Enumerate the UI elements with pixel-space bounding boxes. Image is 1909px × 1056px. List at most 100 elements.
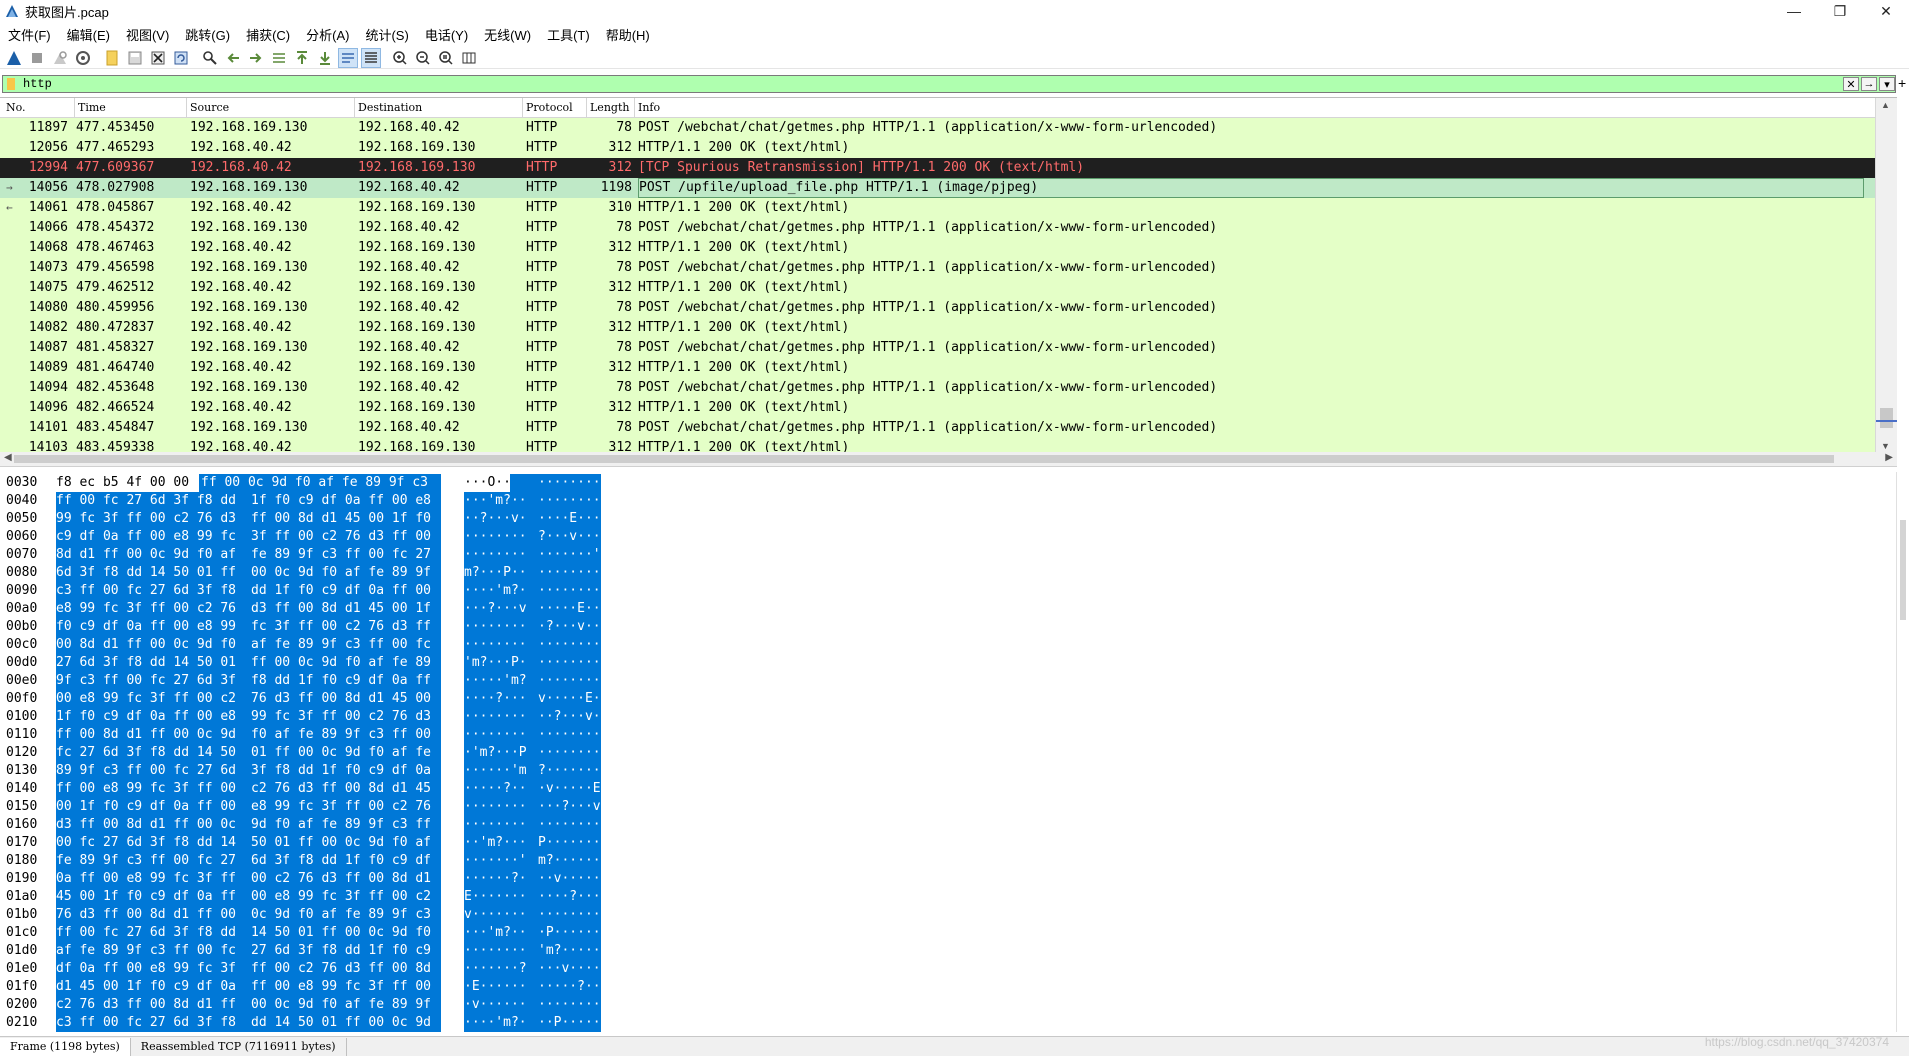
hex-line[interactable]: 0180 fe 89 9f c3 ff 00 fc 27 6d 3f f8 dd 1… (0, 852, 620, 870)
display-filter-input[interactable] (23, 76, 1841, 92)
close-button[interactable]: ✕ (1863, 0, 1909, 22)
hex-line[interactable]: 0170 00 fc 27 6d 3f f8 dd 14 50 01 ff 00 0… (0, 834, 620, 852)
column-destination[interactable]: Destination (358, 101, 422, 114)
menu-statistics[interactable]: 统计(S) (357, 25, 416, 44)
go-back-icon[interactable] (223, 48, 243, 68)
column-no[interactable]: No. (6, 101, 26, 114)
go-forward-icon[interactable] (246, 48, 266, 68)
column-protocol[interactable]: Protocol (526, 101, 573, 114)
hex-line[interactable]: 0150 00 1f f0 c9 df 0a ff 00 e8 99 fc 3f f… (0, 798, 620, 816)
hex-line[interactable]: 00c0 00 8d d1 ff 00 0c 9d f0 af fe 89 9f c… (0, 636, 620, 654)
hex-line[interactable]: 00d0 27 6d 3f f8 dd 14 50 01 ff 00 0c 9d f… (0, 654, 620, 672)
scroll-thumb[interactable] (1880, 408, 1893, 428)
packet-row[interactable]: 11897 477.453450 192.168.169.130 192.168.40… (0, 118, 1876, 138)
hex-line[interactable]: 0120 fc 27 6d 3f f8 dd 14 50 01 ff 00 0c 9… (0, 744, 620, 762)
menu-help[interactable]: 帮助(H) (598, 25, 658, 44)
scroll-left-icon[interactable]: ◀ (4, 452, 12, 463)
last-packet-icon[interactable] (315, 48, 335, 68)
close-file-icon[interactable] (148, 48, 168, 68)
save-icon[interactable] (125, 48, 145, 68)
hex-line[interactable]: 0040 ff 00 fc 27 6d 3f f8 dd 1f f0 c9 df 0… (0, 492, 620, 510)
filter-dropdown-icon[interactable]: ▾ (1879, 77, 1895, 91)
packet-row[interactable]: 12994 477.609367 192.168.40.42 192.168.169.… (0, 158, 1876, 178)
hex-line[interactable]: 0130 89 9f c3 ff 00 fc 27 6d 3f f8 dd 1f f… (0, 762, 620, 780)
column-info[interactable]: Info (638, 101, 660, 114)
hex-line[interactable]: 0050 99 fc 3f ff 00 c2 76 d3 ff 00 8d d1 4… (0, 510, 620, 528)
scroll-right-icon[interactable]: ▶ (1885, 452, 1893, 463)
hex-line[interactable]: 01c0 ff 00 fc 27 6d 3f f8 dd 14 50 01 ff 0… (0, 924, 620, 942)
hex-line[interactable]: 0080 6d 3f f8 dd 14 50 01 ff 00 0c 9d f0 a… (0, 564, 620, 582)
packet-row[interactable]: 14087 481.458327 192.168.169.130 192.168.40… (0, 338, 1876, 358)
restore-button[interactable]: ❐ (1817, 0, 1863, 22)
hex-line[interactable]: 0210 c3 ff 00 fc 27 6d 3f f8 dd 14 50 01 f… (0, 1014, 620, 1032)
hex-line[interactable]: 01a0 45 00 1f f0 c9 df 0a ff 00 e8 99 fc 3… (0, 888, 620, 906)
hex-line[interactable]: 00f0 00 e8 99 fc 3f ff 00 c2 76 d3 ff 00 8… (0, 690, 620, 708)
zoom-in-icon[interactable] (390, 48, 410, 68)
minimize-button[interactable]: — (1771, 0, 1817, 22)
packet-row[interactable]: 12056 477.465293 192.168.40.42 192.168.169.… (0, 138, 1876, 158)
first-packet-icon[interactable] (292, 48, 312, 68)
packet-list-hscrollbar[interactable]: ◀ ▶ (0, 452, 1897, 467)
colorize-icon[interactable] (361, 47, 381, 68)
packet-row[interactable]: 14080 480.459956 192.168.169.130 192.168.40… (0, 298, 1876, 318)
hex-line[interactable]: 0100 1f f0 c9 df 0a ff 00 e8 99 fc 3f ff 0… (0, 708, 620, 726)
reload-icon[interactable] (171, 48, 191, 68)
bytes-scrollbar[interactable] (1896, 472, 1909, 1032)
packet-row[interactable]: 14056 478.027908 192.168.169.130 192.168.40… (0, 178, 1876, 198)
hex-line[interactable]: 01d0 af fe 89 9f c3 ff 00 fc 27 6d 3f f8 d… (0, 942, 620, 960)
hex-line[interactable]: 00e0 9f c3 ff 00 fc 27 6d 3f f8 dd 1f f0 c… (0, 672, 620, 690)
packet-row[interactable]: 14061 478.045867 192.168.40.42 192.168.169.… (0, 198, 1876, 218)
hex-line[interactable]: 00b0 f0 c9 df 0a ff 00 e8 99 fc 3f ff 00 c… (0, 618, 620, 636)
scroll-down-icon[interactable]: ▼ (1881, 441, 1890, 451)
menu-tools[interactable]: 工具(T) (539, 25, 598, 44)
restart-icon[interactable] (50, 48, 70, 68)
menu-file[interactable]: 文件(F) (0, 25, 59, 44)
hscroll-thumb[interactable] (14, 455, 1834, 463)
clear-filter-icon[interactable]: ✕ (1843, 77, 1859, 91)
packet-row[interactable]: 14101 483.454847 192.168.169.130 192.168.40… (0, 418, 1876, 438)
tab-reassembled-tcp[interactable]: Reassembled TCP (7116911 bytes) (131, 1037, 347, 1056)
hex-line[interactable]: 0110 ff 00 8d d1 ff 00 0c 9d f0 af fe 89 9… (0, 726, 620, 744)
find-icon[interactable] (200, 48, 220, 68)
hex-line[interactable]: 01e0 df 0a ff 00 e8 99 fc 3f ff 00 c2 76 d… (0, 960, 620, 978)
shark-fin-start-icon[interactable] (4, 48, 24, 68)
menu-wireless[interactable]: 无线(W) (476, 25, 539, 44)
resize-columns-icon[interactable] (459, 48, 479, 68)
hex-line[interactable]: 0190 0a ff 00 e8 99 fc 3f ff 00 c2 76 d3 f… (0, 870, 620, 888)
hex-line[interactable]: 0090 c3 ff 00 fc 27 6d 3f f8 dd 1f f0 c9 d… (0, 582, 620, 600)
hex-line[interactable]: 0070 8d d1 ff 00 0c 9d f0 af fe 89 9f c3 f… (0, 546, 620, 564)
tab-frame[interactable]: Frame (1198 bytes) (0, 1037, 131, 1056)
bookmark-icon[interactable] (7, 78, 15, 90)
packet-row[interactable]: 14075 479.462512 192.168.40.42 192.168.169.… (0, 278, 1876, 298)
column-time[interactable]: Time (78, 101, 106, 114)
go-to-packet-icon[interactable] (269, 48, 289, 68)
stop-icon[interactable] (27, 48, 47, 68)
menu-analyze[interactable]: 分析(A) (298, 25, 357, 44)
add-filter-button-icon[interactable]: + (1898, 75, 1906, 91)
menu-edit[interactable]: 编辑(E) (59, 25, 118, 44)
packet-list-scrollbar[interactable]: ▲ ▼ (1875, 98, 1897, 453)
packet-row[interactable]: 14082 480.472837 192.168.40.42 192.168.169.… (0, 318, 1876, 338)
menu-telephony[interactable]: 电话(Y) (417, 25, 476, 44)
hex-line[interactable]: 01b0 76 d3 ff 00 8d d1 ff 00 0c 9d f0 af f… (0, 906, 620, 924)
open-file-icon[interactable] (102, 48, 122, 68)
zoom-out-icon[interactable] (413, 48, 433, 68)
hex-line[interactable]: 01f0 d1 45 00 1f f0 c9 df 0a ff 00 e8 99 f… (0, 978, 620, 996)
packet-row[interactable]: 14068 478.467463 192.168.40.42 192.168.169.… (0, 238, 1876, 258)
hex-line[interactable]: 0160 d3 ff 00 8d d1 ff 00 0c 9d f0 af fe 8… (0, 816, 620, 834)
menu-view[interactable]: 视图(V) (118, 25, 177, 44)
bytes-scroll-thumb[interactable] (1900, 520, 1906, 620)
packet-row[interactable]: 14089 481.464740 192.168.40.42 192.168.169.… (0, 358, 1876, 378)
hex-line[interactable]: 0140 ff 00 e8 99 fc 3f ff 00 c2 76 d3 ff 0… (0, 780, 620, 798)
hex-line[interactable]: 0060 c9 df 0a ff 00 e8 99 fc 3f ff 00 c2 7… (0, 528, 620, 546)
scroll-up-icon[interactable]: ▲ (1881, 100, 1890, 110)
menu-go[interactable]: 跳转(G) (177, 25, 238, 44)
autoscroll-icon[interactable] (338, 47, 358, 68)
packet-row[interactable]: 14096 482.466524 192.168.40.42 192.168.169.… (0, 398, 1876, 418)
packet-row[interactable]: 14073 479.456598 192.168.169.130 192.168.40… (0, 258, 1876, 278)
zoom-normal-icon[interactable] (436, 48, 456, 68)
hex-line[interactable]: 0200 c2 76 d3 ff 00 8d d1 ff 00 0c 9d f0 a… (0, 996, 620, 1014)
menu-capture[interactable]: 捕获(C) (238, 25, 298, 44)
apply-filter-icon[interactable]: → (1861, 77, 1877, 91)
column-source[interactable]: Source (190, 101, 229, 114)
